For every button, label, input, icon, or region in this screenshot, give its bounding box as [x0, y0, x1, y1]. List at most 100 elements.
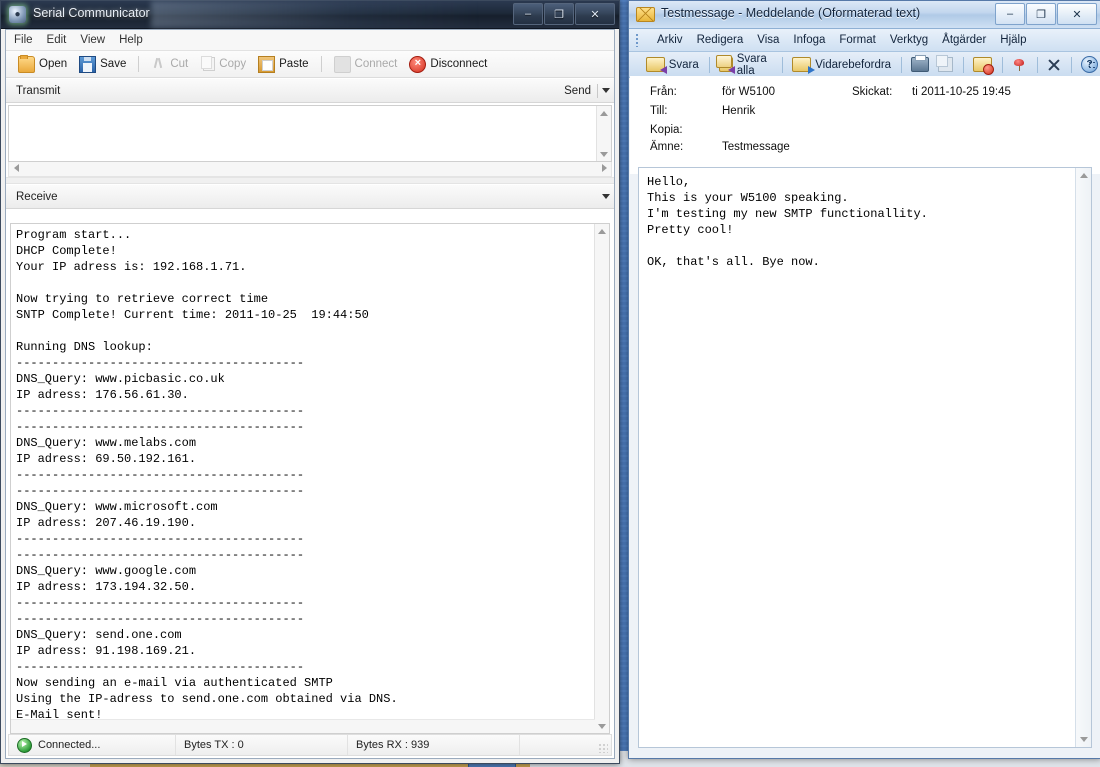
reply-all-icon: [719, 57, 733, 72]
menu-item-view[interactable]: View: [80, 34, 105, 46]
plug-icon: [334, 56, 351, 73]
to-value: Henrik: [722, 105, 852, 117]
transmit-horizontal-scrollbar[interactable]: [8, 162, 612, 177]
from-value: för W5100: [722, 86, 852, 98]
mail-menu-bar[interactable]: Arkiv Redigera Visa Infoga Format Verkty…: [629, 29, 1100, 52]
paste-button-label: Paste: [279, 58, 308, 70]
header-row-from: Från: för W5100 Skickat: ti 2011-10-25 1…: [630, 86, 1100, 105]
receive-panel-header: Receive: [6, 184, 614, 209]
outlook-message-window[interactable]: Testmessage - Meddelande (Oformaterad te…: [628, 0, 1100, 759]
reply-icon: [646, 57, 665, 72]
resize-grip-icon[interactable]: [598, 743, 608, 753]
receive-horizontal-scrollbar[interactable]: [11, 719, 595, 733]
copy-button[interactable]: [935, 56, 956, 73]
menu-grip-icon[interactable]: [635, 33, 639, 47]
maximize-button[interactable]: ❐: [1026, 3, 1056, 25]
menu-item-atgarder[interactable]: Åtgärder: [942, 34, 986, 46]
chevron-expand-icon: [1088, 61, 1097, 64]
transmit-area[interactable]: [8, 105, 612, 162]
scroll-down-arrow-icon[interactable]: [595, 719, 609, 733]
toolbar[interactable]: Open Save Cut Copy Paste Connec: [6, 51, 614, 78]
scroll-up-arrow-icon[interactable]: [597, 106, 611, 120]
menu-item-verktyg[interactable]: Verktyg: [890, 34, 928, 46]
connected-icon: [17, 738, 32, 753]
cut-button: Cut: [147, 56, 192, 73]
disconnect-button[interactable]: Disconnect: [405, 55, 491, 74]
scroll-up-arrow-icon[interactable]: [1076, 168, 1091, 183]
connect-button: Connect: [330, 55, 402, 74]
mail-body-text: Hello, This is your W5100 speaking. I'm …: [639, 168, 1076, 747]
menu-item-help[interactable]: Help: [119, 34, 143, 46]
forward-button-label: Vidarebefordra: [815, 59, 891, 71]
menu-item-redigera[interactable]: Redigera: [697, 34, 744, 46]
envelope-icon: [636, 7, 655, 22]
block-sender-button[interactable]: [970, 56, 995, 73]
chevron-down-icon[interactable]: [602, 194, 610, 199]
menu-bar[interactable]: File Edit View Help: [6, 30, 614, 51]
copy-button: Copy: [196, 56, 250, 72]
minimize-button[interactable]: –: [995, 3, 1025, 25]
window-controls[interactable]: – ❐ ✕: [513, 3, 615, 25]
panel-splitter[interactable]: [6, 177, 614, 184]
maximize-button[interactable]: ❐: [544, 3, 574, 25]
serial-titlebar[interactable]: ● Serial Communicator – ❐ ✕: [1, 1, 619, 29]
header-row-cc: Kopia:: [630, 124, 1100, 141]
minimize-button[interactable]: –: [513, 3, 543, 25]
menu-item-infoga[interactable]: Infoga: [793, 34, 825, 46]
menu-item-hjalp[interactable]: Hjälp: [1000, 34, 1026, 46]
menu-item-format[interactable]: Format: [839, 34, 875, 46]
send-button[interactable]: Send: [564, 85, 597, 97]
open-button-label: Open: [39, 58, 67, 70]
disconnect-button-label: Disconnect: [430, 58, 487, 70]
mail-body-area[interactable]: Hello, This is your W5100 speaking. I'm …: [638, 167, 1092, 748]
scroll-right-arrow-icon[interactable]: [597, 162, 611, 174]
menu-item-arkiv[interactable]: Arkiv: [657, 34, 683, 46]
menu-item-file[interactable]: File: [14, 34, 33, 46]
toolbar-separator: [138, 56, 139, 72]
transmit-vertical-scrollbar[interactable]: [596, 106, 611, 161]
transmit-title: Transmit: [16, 85, 60, 97]
sent-label: Skickat:: [852, 86, 912, 98]
delete-button[interactable]: [1044, 57, 1064, 73]
reply-button[interactable]: Svara: [643, 56, 702, 73]
forward-icon: [792, 57, 811, 72]
reply-all-button[interactable]: Svara alla: [716, 52, 775, 78]
chevron-expand-icon-2: [1088, 66, 1097, 69]
close-button[interactable]: ✕: [1057, 3, 1097, 25]
mail-window-controls[interactable]: – ❐ ✕: [995, 3, 1097, 25]
flag-button[interactable]: [1010, 57, 1030, 73]
window-title: Serial Communicator: [33, 6, 150, 20]
paste-button[interactable]: Paste: [254, 55, 312, 74]
mail-toolbar[interactable]: Svara Svara alla Vidarebefordra: [629, 52, 1100, 78]
scroll-left-arrow-icon[interactable]: [9, 162, 23, 174]
save-button[interactable]: Save: [75, 55, 130, 74]
receive-area[interactable]: Program start... DHCP Complete! Your IP …: [8, 223, 612, 734]
receive-vertical-scrollbar[interactable]: [594, 224, 609, 733]
copy-icon: [938, 57, 953, 72]
receive-log-text: Program start... DHCP Complete! Your IP …: [11, 224, 595, 719]
print-icon: [911, 57, 929, 72]
scroll-down-arrow-icon[interactable]: [597, 147, 611, 161]
status-connection: Connected...: [9, 735, 176, 755]
serial-window-body: File Edit View Help Open Save Cut Copy: [5, 29, 615, 759]
serial-communicator-window[interactable]: ● Serial Communicator – ❐ ✕ File Edit Vi…: [0, 0, 620, 764]
header-row-to: Till: Henrik: [630, 105, 1100, 124]
toolbar-overflow-button[interactable]: [1086, 52, 1099, 77]
transmit-input[interactable]: [9, 106, 597, 161]
scroll-down-arrow-icon[interactable]: [1076, 732, 1091, 747]
scroll-up-arrow-icon[interactable]: [595, 224, 609, 238]
close-button[interactable]: ✕: [575, 3, 615, 25]
header-separator: [597, 84, 598, 98]
receive-title: Receive: [16, 191, 58, 203]
print-button[interactable]: [908, 56, 932, 73]
open-button[interactable]: Open: [14, 55, 71, 74]
mail-titlebar[interactable]: Testmessage - Meddelande (Oformaterad te…: [629, 1, 1100, 29]
transmit-panel-header: Transmit Send: [6, 78, 614, 103]
toolbar-grip-icon[interactable]: [635, 58, 636, 72]
forward-button[interactable]: Vidarebefordra: [789, 56, 894, 73]
chevron-down-icon[interactable]: [602, 88, 610, 93]
menu-item-edit[interactable]: Edit: [47, 34, 67, 46]
menu-item-visa[interactable]: Visa: [757, 34, 779, 46]
to-label: Till:: [630, 105, 722, 117]
mail-vertical-scrollbar[interactable]: [1075, 168, 1091, 747]
